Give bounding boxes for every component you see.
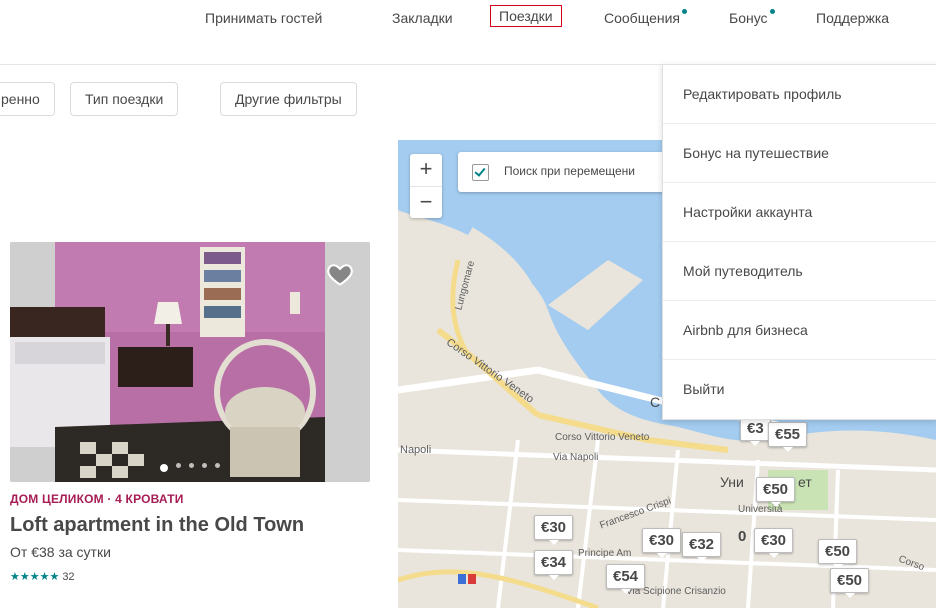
price-pin[interactable]: €50 [756,477,796,507]
review-count: 32 [62,571,75,583]
menu-item-my-guidebook[interactable]: Мой путеводитель [663,242,936,301]
notification-dot-icon [769,9,775,14]
nav-trips[interactable]: Поездки [490,5,562,27]
price-pin[interactable]: €50 [830,568,870,598]
listing-price: От €38 за сутки [10,544,111,560]
zoom-out-button[interactable]: − [410,187,442,219]
listing-photo-image [10,242,370,482]
map-label-zero: 0 [738,528,747,545]
nav-support[interactable]: Поддержка [816,10,889,26]
nav-bonus[interactable]: Бонус [729,9,775,26]
nav-messages[interactable]: Сообщения [604,9,687,26]
price-pin[interactable]: €55 [768,422,808,452]
filter-more-button[interactable]: Другие фильтры [220,82,357,116]
nav-messages-label: Сообщения [604,10,680,26]
map-label-corso-vittorio-2: Corso Vittorio Veneto [555,432,650,443]
top-nav: Принимать гостей Закладки Поездки Сообще… [0,0,936,65]
map-label-et: ет [798,474,812,490]
price-pin[interactable]: €50 [818,539,858,569]
filter-trip-type-button[interactable]: Тип поездки [70,82,179,116]
menu-item-travel-bonus[interactable]: Бонус на путешествие [663,124,936,183]
photo-pagination-dots[interactable] [10,463,370,472]
map-label-principe: Principe Am [578,548,632,559]
price-pin[interactable]: €34 [534,550,574,580]
search-as-move-label: Поиск при перемещени [504,164,635,178]
map-zoom-controls: + − [410,154,442,218]
heart-icon[interactable] [326,260,354,288]
price-pin[interactable]: €32 [682,532,722,562]
price-pin[interactable]: €30 [754,528,794,558]
map-label-uni: Уни [720,474,744,490]
filter-dates-button[interactable]: ренно [0,82,55,116]
listing-rating: ★★★★★ 32 [10,570,75,583]
profile-dropdown-menu: Редактировать профиль Бонус на путешеств… [662,64,936,420]
map-label-c: C [650,394,661,410]
menu-item-airbnb-business[interactable]: Airbnb для бизнеса [663,301,936,360]
menu-item-logout[interactable]: Выйти [663,360,936,419]
listing-type: ДОМ ЦЕЛИКОМ · 4 КРОВАТИ [10,492,184,506]
zoom-in-button[interactable]: + [410,154,442,187]
nav-host[interactable]: Принимать гостей [205,10,322,26]
listing-photo[interactable] [10,242,370,482]
price-pin[interactable]: €30 [534,515,574,545]
notification-dot-icon [681,9,687,14]
price-pin[interactable]: €54 [606,564,646,594]
map-label-via-napoli: Via Napoli [553,452,599,463]
map-label-napoli: Napoli [400,444,432,456]
checkbox-icon[interactable] [472,164,489,181]
price-pin[interactable]: €30 [642,528,682,558]
listing-title[interactable]: Loft apartment in the Old Town [10,514,304,537]
rating-stars-icon: ★★★★★ [10,571,60,583]
menu-item-edit-profile[interactable]: Редактировать профиль [663,65,936,124]
nav-saved[interactable]: Закладки [392,10,453,26]
search-as-move-toggle[interactable]: Поиск при перемещени [458,152,688,192]
menu-item-account-settings[interactable]: Настройки аккаунта [663,183,936,242]
nav-bonus-label: Бонус [729,10,768,26]
